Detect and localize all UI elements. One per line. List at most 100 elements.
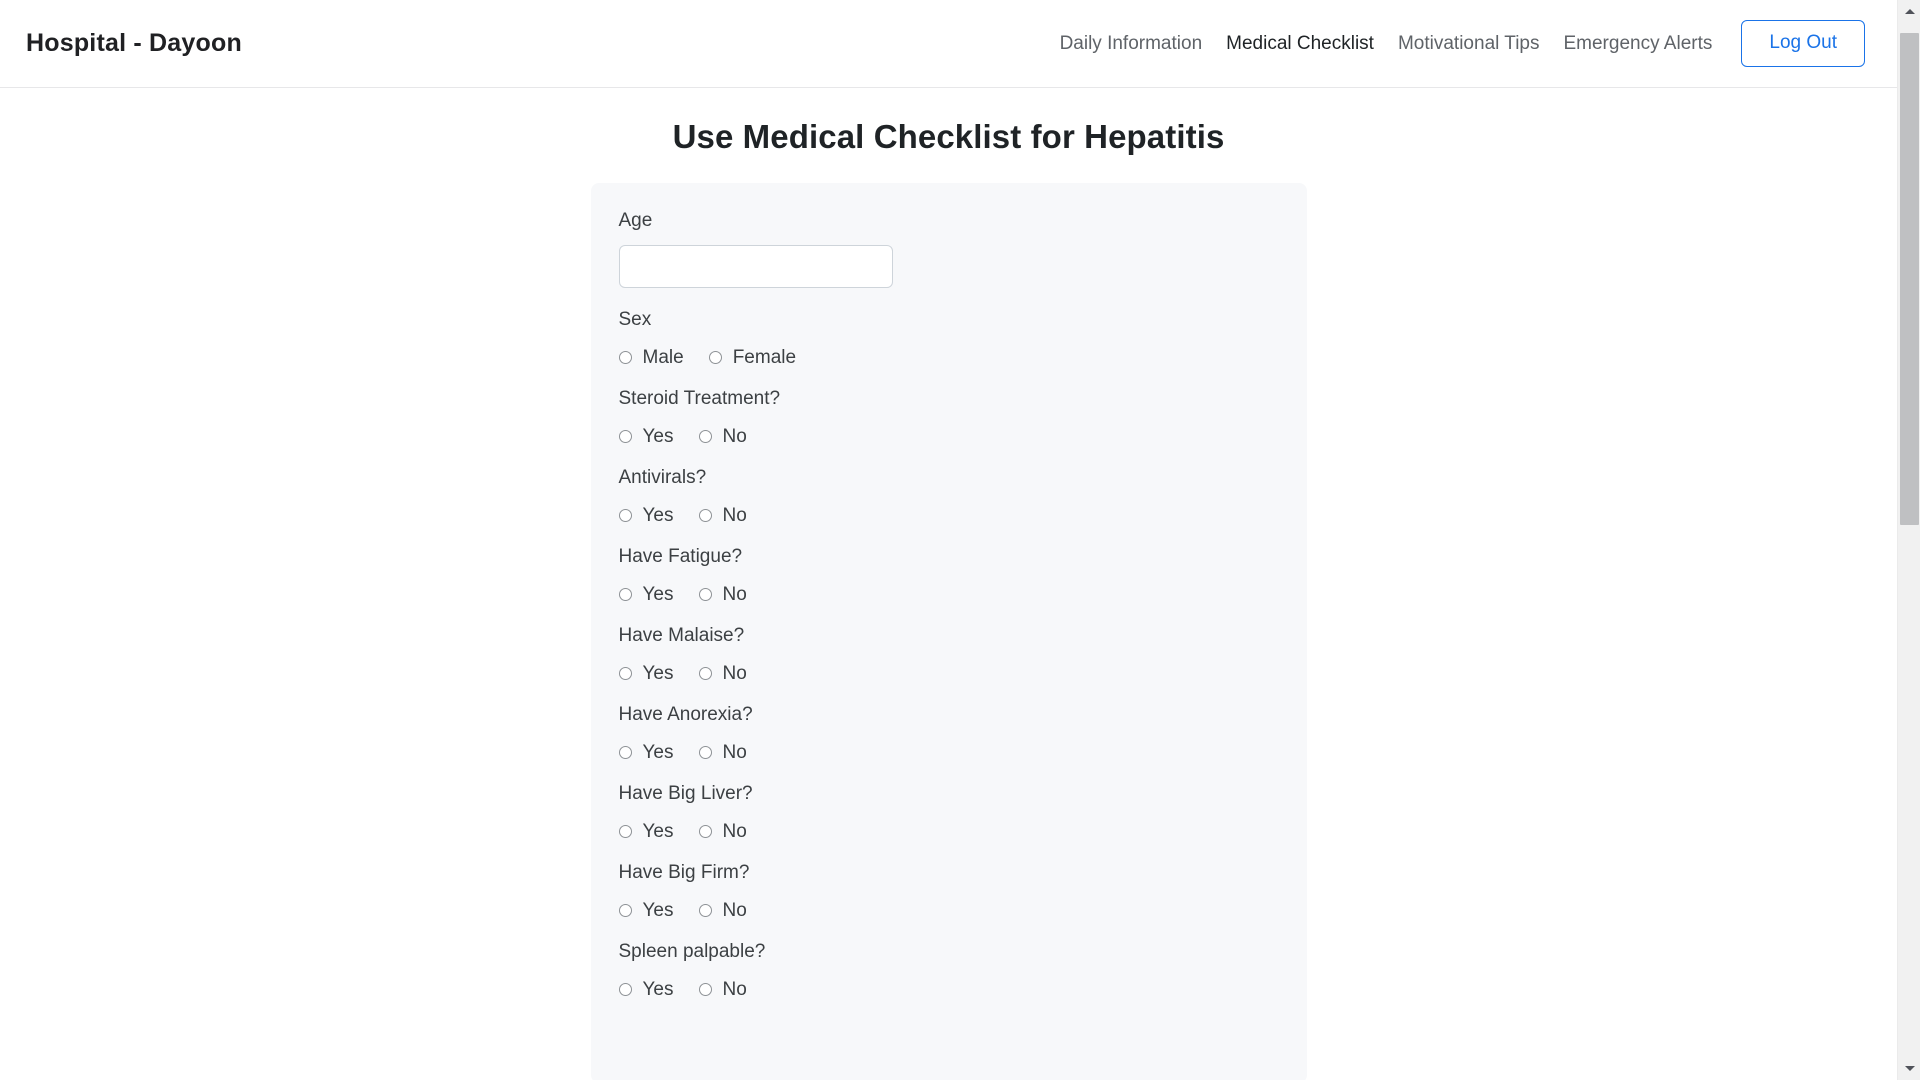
radio-have-big-liver-no[interactable]: No bbox=[698, 821, 747, 842]
radio-label-no: No bbox=[722, 663, 747, 684]
page-title: Use Medical Checklist for Hepatitis bbox=[672, 118, 1225, 155]
nav-links: Daily Information Medical Checklist Moti… bbox=[1048, 20, 1873, 67]
scrollbar-thumb[interactable] bbox=[1900, 33, 1919, 525]
browser-page: Hospital - Dayoon Daily Information Medi… bbox=[0, 0, 1920, 1080]
radio-antivirals-no[interactable]: No bbox=[698, 505, 747, 526]
field-have-big-firm: Have Big Firm? Yes No bbox=[618, 841, 1307, 921]
radio-circle-icon[interactable] bbox=[698, 904, 712, 917]
radio-circle-icon[interactable] bbox=[698, 983, 712, 996]
radio-circle-icon[interactable] bbox=[618, 667, 632, 680]
radio-label-male: Male bbox=[642, 347, 684, 368]
field-have-malaise: Have Malaise? Yes No bbox=[618, 604, 1307, 684]
radio-circle-icon[interactable] bbox=[698, 825, 712, 838]
radio-circle-icon[interactable] bbox=[618, 351, 632, 364]
radio-label-no: No bbox=[722, 426, 747, 447]
field-sex: Sex Male Female bbox=[618, 288, 1307, 368]
nav-item-motivational-tips[interactable]: Motivational Tips bbox=[1386, 34, 1552, 53]
brand-title[interactable]: Hospital - Dayoon bbox=[26, 29, 242, 58]
radio-group-spleen-palpable: Yes No bbox=[618, 979, 1307, 1000]
field-label-have-anorexia: Have Anorexia? bbox=[618, 704, 753, 725]
radio-spleen-palpable-yes[interactable]: Yes bbox=[618, 979, 674, 1000]
radio-circle-icon[interactable] bbox=[708, 351, 722, 364]
medical-checklist-form: Age Sex Male Female Steroid Treatment? Y… bbox=[590, 183, 1307, 1080]
radio-have-big-firm-no[interactable]: No bbox=[698, 900, 747, 921]
age-input[interactable] bbox=[618, 245, 893, 288]
radio-label-yes: Yes bbox=[642, 426, 674, 447]
radio-group-have-malaise: Yes No bbox=[618, 663, 1307, 684]
scroll-down-button[interactable] bbox=[1898, 1057, 1920, 1080]
radio-group-have-big-liver: Yes No bbox=[618, 821, 1307, 842]
caret-down-icon bbox=[1904, 1066, 1915, 1071]
radio-antivirals-yes[interactable]: Yes bbox=[618, 505, 674, 526]
vertical-scrollbar[interactable] bbox=[1897, 0, 1920, 1080]
radio-group-antivirals: Yes No bbox=[618, 505, 1307, 526]
radio-circle-icon[interactable] bbox=[698, 746, 712, 759]
field-have-big-liver: Have Big Liver? Yes No bbox=[618, 762, 1307, 842]
radio-steroid-treatment-yes[interactable]: Yes bbox=[618, 426, 674, 447]
radio-have-anorexia-yes[interactable]: Yes bbox=[618, 742, 674, 763]
radio-circle-icon[interactable] bbox=[618, 825, 632, 838]
nav-item-medical-checklist[interactable]: Medical Checklist bbox=[1214, 34, 1386, 53]
radio-label-no: No bbox=[722, 742, 747, 763]
radio-circle-icon[interactable] bbox=[618, 746, 632, 759]
scroll-up-button[interactable] bbox=[1898, 0, 1920, 23]
radio-group-have-fatigue: Yes No bbox=[618, 584, 1307, 605]
radio-label-no: No bbox=[722, 584, 747, 605]
nav-item-emergency-alerts[interactable]: Emergency Alerts bbox=[1551, 34, 1724, 53]
radio-label-yes: Yes bbox=[642, 505, 674, 526]
radio-circle-icon[interactable] bbox=[618, 983, 632, 996]
field-label-have-fatigue: Have Fatigue? bbox=[618, 546, 743, 567]
caret-up-icon bbox=[1904, 9, 1915, 14]
radio-circle-icon[interactable] bbox=[698, 509, 712, 522]
top-navbar: Hospital - Dayoon Daily Information Medi… bbox=[0, 0, 1897, 88]
radio-label-yes: Yes bbox=[642, 979, 674, 1000]
radio-have-big-firm-yes[interactable]: Yes bbox=[618, 900, 674, 921]
radio-label-yes: Yes bbox=[642, 663, 674, 684]
field-spleen-palpable: Spleen palpable? Yes No bbox=[618, 920, 1307, 1000]
field-label-antivirals: Antivirals? bbox=[618, 467, 707, 488]
field-label-steroid-treatment: Steroid Treatment? bbox=[618, 388, 781, 409]
radio-label-yes: Yes bbox=[642, 821, 674, 842]
radio-steroid-treatment-no[interactable]: No bbox=[698, 426, 747, 447]
radio-circle-icon[interactable] bbox=[618, 509, 632, 522]
field-have-anorexia: Have Anorexia? Yes No bbox=[618, 683, 1307, 763]
radio-circle-icon[interactable] bbox=[618, 904, 632, 917]
field-have-fatigue: Have Fatigue? Yes No bbox=[618, 525, 1307, 605]
field-label-have-malaise: Have Malaise? bbox=[618, 625, 745, 646]
radio-label-yes: Yes bbox=[642, 584, 674, 605]
radio-have-malaise-no[interactable]: No bbox=[698, 663, 747, 684]
radio-sex-male[interactable]: Male bbox=[618, 347, 684, 368]
radio-have-fatigue-yes[interactable]: Yes bbox=[618, 584, 674, 605]
nav-item-daily-information[interactable]: Daily Information bbox=[1048, 34, 1215, 53]
radio-label-yes: Yes bbox=[642, 742, 674, 763]
radio-label-no: No bbox=[722, 821, 747, 842]
field-label-have-big-firm: Have Big Firm? bbox=[618, 862, 750, 883]
radio-have-big-liver-yes[interactable]: Yes bbox=[618, 821, 674, 842]
page-viewport: Hospital - Dayoon Daily Information Medi… bbox=[0, 0, 1897, 1080]
radio-sex-female[interactable]: Female bbox=[708, 348, 796, 367]
field-age: Age bbox=[618, 210, 1307, 288]
radio-have-anorexia-no[interactable]: No bbox=[698, 742, 747, 763]
radio-have-fatigue-no[interactable]: No bbox=[698, 584, 747, 605]
radio-circle-icon[interactable] bbox=[618, 588, 632, 601]
radio-circle-icon[interactable] bbox=[698, 588, 712, 601]
radio-spleen-palpable-no[interactable]: No bbox=[698, 979, 747, 1000]
radio-circle-icon[interactable] bbox=[698, 667, 712, 680]
field-antivirals: Antivirals? Yes No bbox=[618, 446, 1307, 526]
log-out-button[interactable]: Log Out bbox=[1741, 20, 1865, 67]
field-label-spleen-palpable: Spleen palpable? bbox=[618, 941, 766, 962]
field-label-have-big-liver: Have Big Liver? bbox=[618, 783, 753, 804]
radio-label-no: No bbox=[722, 900, 747, 921]
field-steroid-treatment: Steroid Treatment? Yes No bbox=[618, 367, 1307, 447]
radio-group-have-anorexia: Yes No bbox=[618, 742, 1307, 763]
radio-label-yes: Yes bbox=[642, 900, 674, 921]
radio-label-no: No bbox=[722, 505, 747, 526]
field-label-age: Age bbox=[618, 210, 653, 231]
radio-have-malaise-yes[interactable]: Yes bbox=[618, 663, 674, 684]
radio-group-have-big-firm: Yes No bbox=[618, 900, 1307, 921]
radio-label-no: No bbox=[722, 979, 747, 1000]
radio-circle-icon[interactable] bbox=[618, 430, 632, 443]
field-label-sex: Sex bbox=[618, 309, 652, 330]
radio-group-steroid-treatment: Yes No bbox=[618, 426, 1307, 447]
radio-circle-icon[interactable] bbox=[698, 430, 712, 443]
